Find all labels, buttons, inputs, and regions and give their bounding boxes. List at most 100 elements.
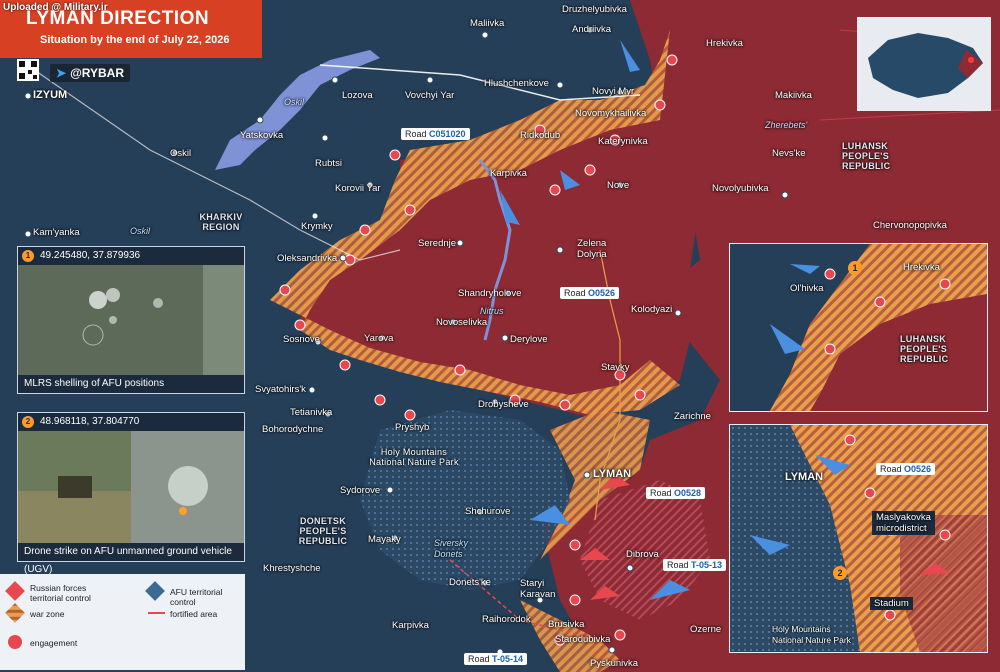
- label-kamyanka: Kam'yanka: [33, 227, 80, 238]
- label-hlushchenkove: Hlushchenkove: [484, 78, 549, 89]
- legend-fortified: fortified area: [170, 609, 218, 619]
- panel-2-header: 2 48.968118, 37.804770: [18, 413, 244, 431]
- brand-badge[interactable]: ➤ @RYBAR: [50, 64, 130, 82]
- label-raihorodok: Raihorodok: [482, 614, 531, 625]
- photo-panel-1[interactable]: 1 49.245480, 37.879936 MLRS shelling of A…: [17, 246, 245, 394]
- label-shandryholove: Shandryholove: [458, 288, 522, 299]
- label-krymky: Krymky: [301, 221, 333, 232]
- label-novomykhailivka: Novomykhailivka: [575, 108, 647, 119]
- label-lyman: LYMAN: [593, 468, 632, 480]
- label-zherebets: Zherebets': [765, 120, 808, 130]
- label-hrekivka: Hrekivka: [706, 38, 743, 49]
- inset-1-hrekivka: Hrekivka: [903, 262, 940, 273]
- brand-name: @RYBAR: [70, 66, 124, 80]
- label-druzhelyubivka: Druzhelyubivka: [562, 4, 627, 15]
- inset-2-marker: 2: [833, 566, 847, 580]
- label-siverskyi-donets: Siversky Donets: [434, 538, 469, 559]
- road-code: T-05-13: [691, 560, 723, 570]
- label-oskil: Oskil: [170, 148, 192, 159]
- label-starodubivka: Starodubivka: [555, 634, 611, 645]
- qr-code-icon[interactable]: [17, 59, 39, 81]
- road-o0528: Road O0528: [646, 487, 706, 499]
- label-derylove: Derylove: [510, 334, 548, 345]
- road-prefix: Road: [405, 129, 430, 139]
- road-o0526: Road O0526: [560, 287, 620, 299]
- ukraine-overview-map: [857, 17, 991, 111]
- inset-map-2[interactable]: LYMAN Road O0526 Maslyakovka microdistri…: [729, 424, 988, 653]
- label-korovii-yar: Korovii Yar: [335, 183, 381, 194]
- road-c051020: Road C051020: [401, 128, 470, 140]
- label-svyatohirsk: Svyatohirs'k: [255, 384, 306, 395]
- inset-1-olhivka: Ol'hivka: [790, 283, 824, 294]
- label-dibrova: Dibrova: [626, 549, 659, 560]
- label-novolyubivka: Novolyubivka: [712, 183, 769, 194]
- label-pyskunivka: Pyskunivka: [590, 658, 639, 669]
- photo-panel-2[interactable]: 2 48.968118, 37.804770 Drone strike on AF…: [17, 412, 245, 575]
- label-drobysheve: Drobysheve: [478, 399, 529, 410]
- inset-2-park: Holy Mountains National Nature Park: [772, 624, 851, 645]
- label-brusivka: Brusivka: [548, 619, 585, 630]
- road-prefix: Road: [468, 654, 493, 664]
- label-shchurove: Shchurove: [465, 506, 511, 517]
- legend-war-zone: war zone: [30, 609, 65, 619]
- label-stavky: Stavky: [601, 362, 630, 373]
- panel-2-photo: [18, 431, 244, 543]
- inset-1-marker: 1: [848, 261, 862, 275]
- label-serednje: Serednje: [418, 238, 457, 249]
- inset-2-road: Road O0526: [876, 463, 936, 475]
- label-chervonopopivka: Chervonopopivka: [873, 220, 947, 231]
- label-katerynivka: Katerynivka: [598, 136, 648, 147]
- label-yatskovka: Yatskovka: [240, 130, 284, 141]
- road-code: C051020: [429, 129, 466, 139]
- road-code: T-05-14: [492, 654, 524, 664]
- label-donetsk-republic: DONETSK PEOPLE'S REPUBLIC: [298, 516, 348, 546]
- label-novoselivka: Novoselivka: [436, 317, 488, 328]
- panel-1-number: 1: [22, 250, 34, 262]
- label-sosnove: Sosnove: [283, 334, 320, 345]
- label-andriivka: Andriivka: [572, 24, 612, 35]
- label-holy-mountains: Holy Mountains National Nature Park: [369, 447, 459, 467]
- panel-1-photo: [18, 265, 244, 375]
- label-nevske: Nevs'ke: [772, 148, 806, 159]
- label-maliivka: Maliivka: [470, 18, 505, 29]
- label-bohorodychne: Bohorodychne: [262, 424, 324, 435]
- inset-2-stadium: Stadium: [870, 597, 913, 610]
- label-zelena-dolyna: Zelena Dolyna: [577, 238, 607, 260]
- road-t0513: Road T-05-13: [663, 559, 727, 571]
- inset-2-lyman: LYMAN: [785, 471, 824, 483]
- label-izyum: IZYUM: [33, 89, 68, 101]
- label-donetske: Donets'ke: [449, 577, 491, 588]
- legend-afu: AFU territorial control: [170, 587, 223, 607]
- road-code: O0526: [588, 288, 616, 298]
- label-tetianivka: Tetianivka: [290, 407, 333, 418]
- label-sydorove: Sydorove: [340, 485, 381, 496]
- label-oleksandrivka: Oleksandrivka: [277, 253, 338, 264]
- label-nove: Nove: [607, 180, 630, 191]
- label-mayaky: Mayaky: [368, 534, 401, 545]
- label-oskil-river: Oskil: [130, 226, 150, 236]
- label-kolodyazi: Kolodyazi: [631, 304, 673, 315]
- legend: Russian forces territorial control AFU t…: [0, 574, 245, 670]
- map-subtitle: Situation by the end of July 22, 2026: [40, 34, 230, 46]
- road-prefix: Road: [564, 288, 589, 298]
- road-code: O0528: [674, 488, 702, 498]
- panel-1-caption: MLRS shelling of AFU positions: [18, 375, 244, 393]
- map-title: LYMAN DIRECTION: [26, 8, 210, 29]
- label-ridkodub: Ridkodub: [520, 130, 561, 141]
- label-novyi-myr: Novyi Myr: [592, 86, 635, 97]
- inset-map-1[interactable]: Hrekivka Ol'hivka LUHANSK PEOPLE'S REPUB…: [729, 243, 988, 412]
- road-t0514: Road T-05-14: [464, 653, 528, 665]
- inset-2-svg: [730, 425, 987, 652]
- map-stage: Uploaded @ Military.ir LYMAN DIRECTION S…: [0, 0, 1000, 672]
- label-staryi-karavan: Staryi Karavan: [520, 578, 556, 600]
- label-makiivka: Makiivka: [775, 90, 812, 101]
- panel-1-coords: 49.245480, 37.879936: [40, 250, 141, 261]
- road-prefix: Road: [650, 488, 675, 498]
- label-ozerne: Ozerne: [690, 624, 722, 635]
- panel-2-caption: Drone strike on AFU unmanned ground vehi…: [18, 543, 244, 575]
- legend-russian: Russian forces territorial control: [30, 583, 91, 603]
- label-khrestyshche: Khrestyshche: [263, 563, 321, 574]
- label-lozova: Lozova: [342, 90, 373, 101]
- road-code: O0526: [904, 464, 932, 474]
- ukraine-overview-svg: [868, 33, 983, 98]
